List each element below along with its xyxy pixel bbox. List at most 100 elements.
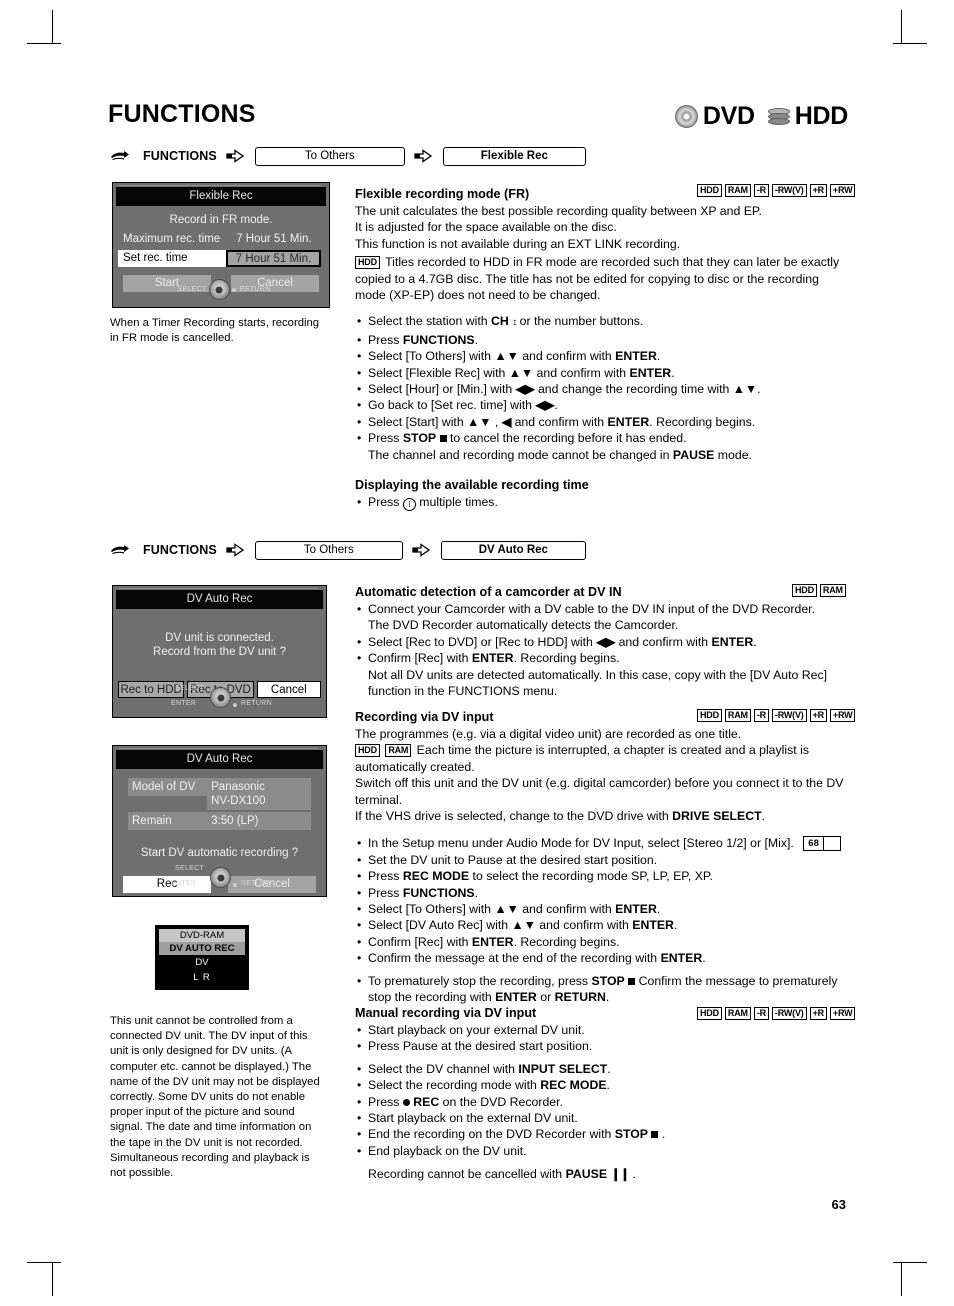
heading-automatic-detection: Automatic detection of a camcorder at DV…	[355, 585, 622, 599]
breadcrumb-dv-auto-rec: FUNCTIONS To Others DV Auto Rec	[110, 540, 586, 560]
hdd-stack-icon	[767, 107, 790, 126]
osd-dv-auto-rec-confirm: DV Auto Rec Model of DV Panasonic NV-DX1…	[112, 745, 327, 897]
jog-return-label: RETURN	[241, 700, 272, 707]
crop-mark-bottom-left	[52, 1262, 53, 1296]
caption-timer-recording: When a Timer Recording starts, recording…	[110, 317, 320, 345]
osd-rec-button[interactable]: Rec	[123, 876, 211, 893]
note-chapter-text: Each time the picture is interrupted, a …	[355, 743, 809, 774]
step-item: Press FUNCTIONS.	[355, 885, 845, 902]
osd-row-set-time[interactable]: Set rec. time 7 Hour 51 Min.	[113, 250, 329, 267]
crop-mark-top-right	[901, 10, 902, 44]
osd-top-highlight	[119, 185, 321, 186]
para-via-dv-1: The programmes (e.g. via a digital video…	[355, 727, 742, 741]
step-item: Select [To Others] with ▲▼ and confirm w…	[355, 348, 845, 365]
section-auto-detection: Automatic detection of a camcorder at DV…	[355, 584, 845, 699]
hdd-logo: HDD	[767, 102, 848, 131]
crop-mark-bottom-right	[901, 1262, 902, 1296]
breadcrumb-step-to-others[interactable]: To Others	[254, 540, 403, 560]
pause-bars-icon: ❙❙	[610, 1167, 630, 1182]
step-item-note: Recording cannot be cancelled with PAUSE…	[368, 1167, 636, 1182]
step-item: Confirm [Rec] with ENTER. Recording begi…	[355, 650, 845, 667]
osd-flexible-rec: Flexible Rec Record in FR mode. Maximum …	[112, 182, 330, 308]
vfd-audio-channels: L R	[193, 972, 211, 983]
badge-hdd-inline: HDD	[355, 744, 380, 758]
step-item: End the recording on the DVD Recorder wi…	[355, 1126, 845, 1143]
media-logos: DVD HDD	[674, 102, 848, 131]
breadcrumb-flexible-rec: FUNCTIONS To Others Flexible Rec	[110, 146, 586, 166]
vfd-mode: DV AUTO REC	[159, 942, 245, 955]
osd-set-time-label: Set rec. time	[118, 250, 226, 267]
section-recording-via-dv: Recording via DV input The programmes (e…	[355, 709, 845, 1006]
crop-mark-top-left	[52, 10, 53, 44]
page-reference[interactable]: 68	[803, 835, 841, 851]
step-item: Select [To Others] with ▲▼ and confirm w…	[355, 901, 845, 918]
page-reference-blank	[823, 835, 841, 851]
note-hdd-fr: HDD Titles recorded to HDD in FR mode ar…	[355, 254, 845, 303]
stop-square-icon	[439, 435, 447, 443]
step-item: Confirm [Rec] with ENTER. Recording begi…	[355, 934, 845, 951]
front-panel-display: DVD-RAM DV AUTO REC DV L R	[155, 925, 249, 990]
osd-cancel-button[interactable]: Cancel	[256, 681, 321, 698]
osd-max-time-label: Maximum rec. time	[123, 233, 221, 245]
return-dot-icon	[233, 703, 237, 707]
breadcrumb-root-label: FUNCTIONS	[143, 149, 217, 163]
record-dot-icon	[402, 1098, 410, 1106]
dvd-logo-label: DVD	[702, 102, 755, 130]
arrow-right-icon	[414, 149, 434, 163]
osd-set-time-value[interactable]: 7 Hour 51 Min.	[226, 250, 321, 267]
page-number: 63	[831, 1197, 846, 1212]
heading-recording-via-dv: Recording via DV input	[355, 710, 494, 724]
para-fr-3: This function is not available during an…	[355, 236, 681, 251]
step-item: Select [Flexible Rec] with ▲▼ and confir…	[355, 365, 845, 382]
step-item: Press Pause at the desired start positio…	[355, 1038, 845, 1055]
vfd-input: DV	[195, 957, 209, 968]
osd-top-highlight	[119, 588, 318, 589]
manual-page: FUNCTIONS DVD HDD FUNCTIONS To Others Fl…	[0, 0, 954, 1306]
steps-auto-detection: Connect your Camcorder with a DV cable t…	[355, 601, 845, 699]
return-dot-icon	[233, 883, 237, 887]
step-item: In the Setup menu under Audio Mode for D…	[355, 835, 845, 852]
osd-remain-value: 3:50 (LP)	[207, 812, 311, 830]
dvd-logo: DVD	[674, 102, 755, 131]
jog-select-label: SELECT	[175, 685, 205, 692]
step-item-note: Not all DV units are detected automatica…	[368, 667, 828, 699]
step-text: In the Setup menu under Audio Mode for D…	[368, 836, 794, 851]
step-item: Select the recording mode with REC MODE.	[355, 1077, 845, 1094]
steps-display-time: Press i multiple times.	[355, 494, 845, 512]
step-item: Start playback on the external DV unit.	[355, 1110, 845, 1127]
return-dot-icon	[231, 287, 236, 292]
joystick-icon	[208, 279, 230, 300]
breadcrumb-step-flexible-rec[interactable]: Flexible Rec	[442, 146, 586, 166]
step-item: Select [DV Auto Rec] with ▲▼ and confirm…	[355, 917, 845, 934]
step-item: Connect your Camcorder with a DV cable t…	[355, 601, 845, 618]
jog-return-label: RETURN	[239, 286, 271, 293]
arrow-right-icon	[226, 149, 246, 163]
osd-message: Record in FR mode.	[169, 214, 273, 226]
steps-recording-via-dv: In the Setup menu under Audio Mode for D…	[355, 835, 845, 1005]
osd-dv-auto-rec-prompt: DV Auto Rec DV unit is connected. Record…	[112, 585, 327, 718]
osd-row-maximum-time: Maximum rec. time 7 Hour 51 Min.	[113, 233, 329, 245]
breadcrumb-step-to-others[interactable]: To Others	[254, 146, 405, 166]
step-item-note: The channel and recording mode cannot be…	[368, 447, 752, 462]
step-item: Press i multiple times.	[355, 494, 845, 512]
pointing-hand-icon	[110, 544, 136, 557]
breadcrumb-step-dv-auto-rec[interactable]: DV Auto Rec	[440, 540, 586, 560]
vfd-disc-type: DVD-RAM	[159, 929, 245, 942]
heading-displaying-available-time: Displaying the available recording time	[355, 478, 589, 493]
osd-message-line1: DV unit is connected.	[165, 632, 274, 644]
steps-manual-recording: Start playback on your external DV unit.…	[355, 1022, 845, 1183]
osd-title-dv-auto-rec: DV Auto Rec	[116, 590, 323, 609]
step-item: Press STOP to cancel the recording befor…	[355, 430, 845, 447]
para-fr-1: The unit calculates the best possible re…	[355, 204, 762, 218]
note-hdd-ram-chapter: HDD RAM Each time the picture is interru…	[355, 742, 845, 775]
jog-enter-label: ENTER	[171, 880, 197, 887]
masthead: FUNCTIONS DVD HDD	[108, 100, 848, 144]
jog-enter-label: ENTER	[171, 700, 197, 707]
steps-flexible-rec: Select the station with CH ↕ or the numb…	[355, 313, 845, 463]
jog-return-label: RETURN	[241, 880, 272, 887]
osd-message: Start DV automatic recording ?	[140, 847, 299, 859]
step-item: Select the station with CH ↕ or the numb…	[355, 313, 845, 331]
step-item: Go back to [Set rec. time] with ◀▶.	[355, 397, 845, 414]
breadcrumb-root-label: FUNCTIONS	[143, 543, 217, 557]
crop-mark-right-bottom	[893, 1262, 927, 1263]
